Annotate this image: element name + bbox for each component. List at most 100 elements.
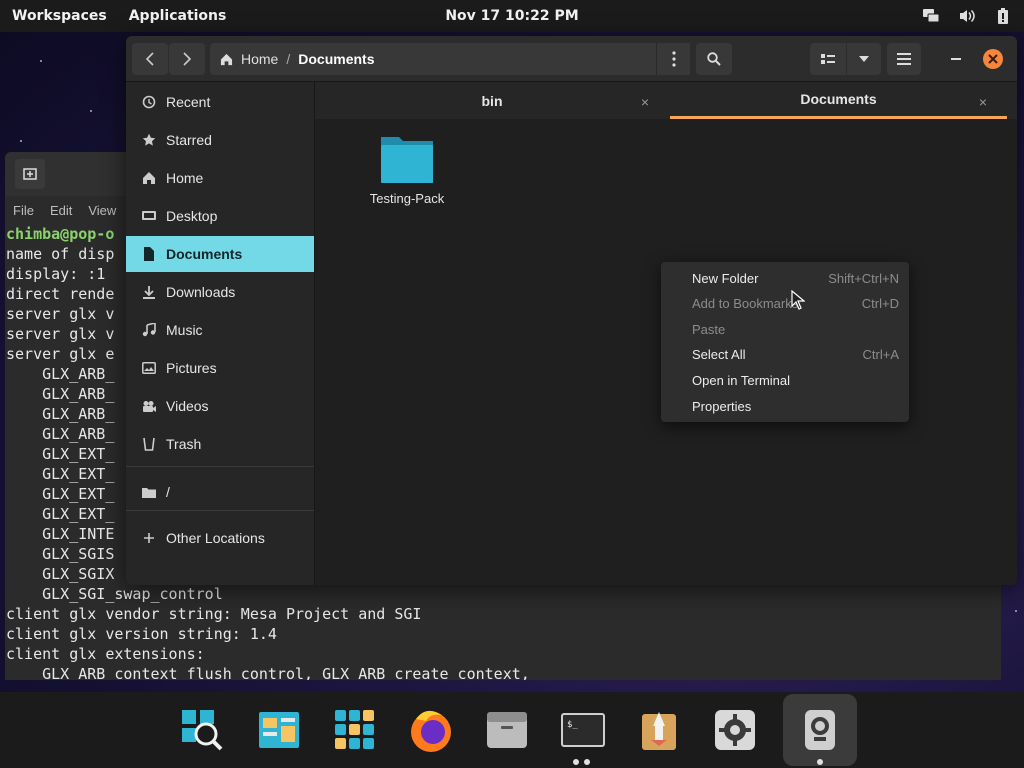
battery-icon[interactable] xyxy=(994,7,1012,25)
trash-icon xyxy=(142,437,156,451)
tab-close-icon[interactable]: × xyxy=(641,94,649,110)
forward-button[interactable] xyxy=(169,43,205,75)
menu-item-label: Paste xyxy=(692,321,726,337)
breadcrumb-home[interactable]: Home xyxy=(241,51,278,67)
pictures-icon xyxy=(142,361,156,375)
file-manager-icon xyxy=(487,712,527,748)
search-button[interactable] xyxy=(696,43,732,75)
sidebar-item-label: Recent xyxy=(166,94,211,110)
sidebar-item-root[interactable]: / xyxy=(126,474,314,510)
dock-file-manager[interactable] xyxy=(477,700,537,760)
folder-item[interactable]: Testing-Pack xyxy=(357,133,457,206)
close-button[interactable] xyxy=(983,49,1003,69)
menu-file[interactable]: File xyxy=(13,203,34,218)
menu-item-open-in-terminal[interactable]: Open in Terminal xyxy=(661,367,909,393)
star-icon xyxy=(142,133,156,147)
sidebar-item-recent[interactable]: Recent xyxy=(126,84,314,120)
menu-item-new-folder[interactable]: New Folder Shift+Ctrl+N xyxy=(661,265,909,291)
videos-icon xyxy=(142,399,156,413)
dock: $_ xyxy=(0,692,1024,768)
sidebar-item-pictures[interactable]: Pictures xyxy=(126,350,314,386)
dock-screenshot[interactable] xyxy=(783,694,857,766)
running-indicator xyxy=(584,759,590,765)
dock-firefox[interactable] xyxy=(401,700,461,760)
music-icon xyxy=(142,323,156,337)
desktop-icon xyxy=(142,209,156,223)
view-options-button[interactable] xyxy=(847,43,881,75)
folder-icon xyxy=(381,137,433,183)
sidebar-item-other-locations[interactable]: Other Locations xyxy=(126,520,314,556)
breadcrumb: Home / Documents xyxy=(210,43,690,75)
menu-item-shortcut: Ctrl+D xyxy=(861,295,899,311)
sidebar-item-label: Music xyxy=(166,322,203,338)
terminal-icon: $_ xyxy=(561,713,605,747)
menu-item-shortcut: Shift+Ctrl+N xyxy=(828,270,899,286)
path-menu-button[interactable] xyxy=(656,43,690,75)
sidebar-item-trash[interactable]: Trash xyxy=(126,426,314,462)
sidebar-item-home[interactable]: Home xyxy=(126,160,314,196)
sidebar-item-music[interactable]: Music xyxy=(126,312,314,348)
screenshot-icon xyxy=(805,710,835,750)
files-icon xyxy=(259,712,299,748)
applications-button[interactable]: Applications xyxy=(129,8,227,24)
volume-icon[interactable] xyxy=(958,7,976,25)
sidebar-item-label: Starred xyxy=(166,132,212,148)
menu-item-paste[interactable]: Paste xyxy=(661,316,909,342)
sidebar-item-downloads[interactable]: Downloads xyxy=(126,274,314,310)
firefox-icon xyxy=(411,710,451,752)
sidebar-item-label: Downloads xyxy=(166,284,236,300)
star xyxy=(1015,610,1017,612)
app-grid-icon xyxy=(335,710,374,749)
view-list-button[interactable] xyxy=(810,43,846,75)
installer-icon xyxy=(642,712,676,750)
places-sidebar: Recent Starred Home Desktop Documents Do… xyxy=(126,82,315,585)
star xyxy=(40,60,42,62)
menu-item-add-to-bookmarks[interactable]: Add to Bookmarks Ctrl+D xyxy=(661,290,909,316)
sidebar-item-videos[interactable]: Videos xyxy=(126,388,314,424)
new-tab-icon[interactable] xyxy=(15,159,45,189)
menu-view[interactable]: View xyxy=(88,203,116,218)
tab-close-icon[interactable]: × xyxy=(979,94,987,110)
menu-item-properties[interactable]: Properties xyxy=(661,393,909,419)
close-icon xyxy=(988,54,998,64)
terminal-line: GLX_SGI_swap_control xyxy=(6,585,223,603)
menu-edit[interactable]: Edit xyxy=(50,203,72,218)
back-button[interactable] xyxy=(132,43,168,75)
sidebar-item-label: Desktop xyxy=(166,208,218,224)
settings-icon xyxy=(715,710,755,750)
pop-shop-icon xyxy=(182,710,223,751)
context-menu: New Folder Shift+Ctrl+N Add to Bookmarks… xyxy=(661,262,909,422)
menu-item-shortcut: Ctrl+A xyxy=(862,346,899,362)
menu-item-select-all[interactable]: Select All Ctrl+A xyxy=(661,341,909,367)
more-vertical-icon xyxy=(671,51,676,67)
dock-app-grid[interactable] xyxy=(325,700,385,760)
sidebar-item-label: / xyxy=(166,484,170,500)
workspaces-button[interactable]: Workspaces xyxy=(12,8,107,24)
sidebar-item-documents[interactable]: Documents xyxy=(126,236,314,272)
home-icon xyxy=(142,171,156,185)
dock-settings[interactable] xyxy=(705,700,765,760)
sidebar-divider xyxy=(126,510,314,511)
sidebar-item-label: Documents xyxy=(166,246,243,262)
tab-bin[interactable]: bin × xyxy=(315,82,669,119)
menu-item-label: Add to Bookmarks xyxy=(692,295,799,311)
dock-installer[interactable] xyxy=(629,700,689,760)
minimize-button[interactable] xyxy=(951,58,961,60)
clock[interactable]: Nov 17 10:22 PM xyxy=(445,8,578,24)
sidebar-item-label: Videos xyxy=(166,398,209,414)
dock-files[interactable] xyxy=(249,700,309,760)
tab-documents[interactable]: Documents × xyxy=(670,82,1007,119)
sidebar-item-starred[interactable]: Starred xyxy=(126,122,314,158)
main-menu-button[interactable] xyxy=(887,43,921,75)
chevron-down-icon xyxy=(859,56,869,62)
display-icon[interactable] xyxy=(922,7,940,25)
dock-terminal[interactable]: $_ xyxy=(553,700,613,760)
plus-icon xyxy=(142,531,156,545)
header-bar: Home / Documents xyxy=(126,36,1017,82)
sidebar-divider xyxy=(126,466,314,467)
breadcrumb-current[interactable]: Documents xyxy=(298,51,374,67)
tab-label: bin xyxy=(481,92,503,109)
dock-pop-shop[interactable] xyxy=(172,700,232,760)
terminal-line: client glx extensions: xyxy=(6,645,205,663)
sidebar-item-desktop[interactable]: Desktop xyxy=(126,198,314,234)
